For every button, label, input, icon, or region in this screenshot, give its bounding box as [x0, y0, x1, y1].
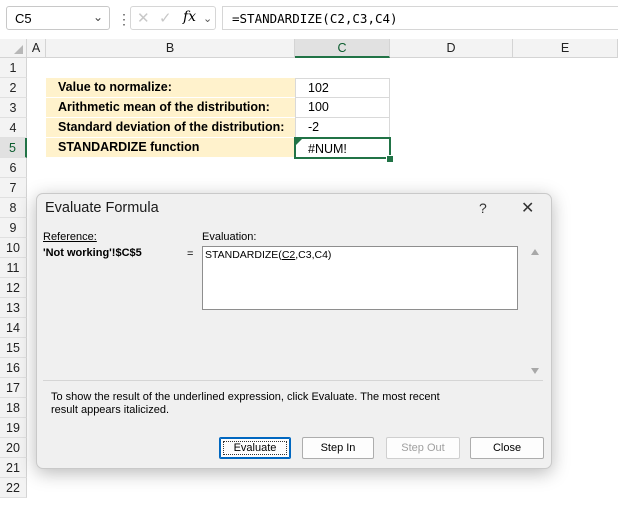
- close-button-label: Close: [492, 442, 522, 454]
- dialog-title: Evaluate Formula: [45, 200, 159, 216]
- close-icon[interactable]: ✕: [521, 198, 534, 218]
- row-header[interactable]: 12: [0, 278, 27, 298]
- select-all-icon: [14, 45, 23, 54]
- row-header[interactable]: 7: [0, 178, 27, 198]
- formula-text: =STANDARDIZE(C2,C3,C4): [232, 11, 398, 26]
- step-in-button[interactable]: Step In: [302, 437, 374, 459]
- evaluate-button[interactable]: Evaluate: [219, 437, 291, 459]
- reference-value: 'Not working'!$C$5: [43, 247, 142, 259]
- step-out-button-label: Step Out: [401, 442, 445, 454]
- error-indicator-icon: [296, 139, 302, 145]
- reference-label-text: Reference:: [43, 231, 97, 243]
- evaluation-suffix: ,C3,C4): [295, 249, 332, 261]
- select-all-button[interactable]: [0, 39, 27, 58]
- column-header-b[interactable]: B: [46, 39, 295, 58]
- close-button[interactable]: Close: [470, 437, 544, 459]
- active-cell-c5[interactable]: #NUM!: [294, 137, 391, 159]
- value-cell-c4[interactable]: -2: [295, 118, 390, 138]
- name-box-value: C5: [15, 11, 32, 26]
- more-options-icon[interactable]: ⋮: [117, 11, 131, 28]
- row-header[interactable]: 21: [0, 458, 27, 478]
- row-header[interactable]: 4: [0, 118, 27, 138]
- equals-sign: =: [187, 248, 194, 260]
- dialog-divider: [43, 380, 543, 381]
- row-header[interactable]: 1: [0, 58, 27, 78]
- value-cell-c3[interactable]: 100: [295, 98, 390, 118]
- column-header-a[interactable]: A: [27, 39, 46, 58]
- fill-handle[interactable]: [386, 155, 394, 163]
- evaluation-prefix: STANDARDIZE(: [205, 249, 282, 261]
- evaluation-textbox[interactable]: STANDARDIZE(C2,C3,C4): [202, 246, 518, 310]
- row-header[interactable]: 18: [0, 398, 27, 418]
- row-header[interactable]: 5: [0, 138, 27, 158]
- row-header[interactable]: 20: [0, 438, 27, 458]
- evaluation-underlined-part: C2: [281, 249, 296, 261]
- column-header-d[interactable]: D: [390, 39, 513, 58]
- row-header[interactable]: 15: [0, 338, 27, 358]
- row-header[interactable]: 14: [0, 318, 27, 338]
- step-out-button[interactable]: Step Out: [386, 437, 460, 459]
- row-header[interactable]: 9: [0, 218, 27, 238]
- row-header[interactable]: 8: [0, 198, 27, 218]
- row-header[interactable]: 16: [0, 358, 27, 378]
- row-header[interactable]: 6: [0, 158, 27, 178]
- label-cell-b3[interactable]: Arithmetic mean of the distribution:: [46, 98, 295, 118]
- chevron-down-icon[interactable]: ⌄: [93, 10, 103, 24]
- value-cell-c2[interactable]: 102: [295, 78, 390, 98]
- scroll-up-arrow-icon[interactable]: [531, 249, 539, 255]
- insert-function-icon[interactable]: fx: [183, 9, 196, 25]
- row-header[interactable]: 22: [0, 478, 27, 498]
- formula-input[interactable]: =STANDARDIZE(C2,C3,C4): [222, 6, 618, 30]
- scroll-down-arrow-icon[interactable]: [531, 368, 539, 374]
- row-header[interactable]: 13: [0, 298, 27, 318]
- row-header[interactable]: 2: [0, 78, 27, 98]
- row-header[interactable]: 19: [0, 418, 27, 438]
- label-cell-b4[interactable]: Standard deviation of the distribution:: [46, 118, 295, 138]
- focus-ring: [223, 441, 287, 455]
- row-header[interactable]: 17: [0, 378, 27, 398]
- chevron-down-icon[interactable]: ⌄: [203, 12, 212, 25]
- reference-label: Reference:: [43, 231, 97, 243]
- row-header[interactable]: 11: [0, 258, 27, 278]
- cancel-icon[interactable]: ✕: [137, 9, 150, 27]
- row-header[interactable]: 3: [0, 98, 27, 118]
- evaluate-formula-dialog: Evaluate Formula ? ✕ Reference: 'Not wor…: [36, 193, 552, 469]
- label-cell-b5[interactable]: STANDARDIZE function: [46, 138, 295, 158]
- evaluation-expression: STANDARDIZE(C2,C3,C4): [205, 249, 331, 261]
- help-text-line-2: result appears italicized.: [51, 404, 170, 416]
- active-cell-value: #NUM!: [308, 142, 347, 156]
- step-in-button-label: Step In: [320, 442, 356, 454]
- column-header-e[interactable]: E: [513, 39, 618, 58]
- label-cell-b2[interactable]: Value to normalize:: [46, 78, 295, 98]
- enter-icon[interactable]: ✓: [159, 9, 172, 27]
- row-header[interactable]: 10: [0, 238, 27, 258]
- formula-buttons: ✕ ✓ fx ⌄: [130, 6, 216, 30]
- help-text-line-1: To show the result of the underlined exp…: [51, 391, 440, 403]
- name-box[interactable]: C5 ⌄: [6, 6, 110, 30]
- evaluation-label: Evaluation:: [202, 231, 257, 243]
- formula-bar: C5 ⌄ ⋮ ✕ ✓ fx ⌄ =STANDARDIZE(C2,C3,C4): [0, 0, 618, 37]
- help-button[interactable]: ?: [479, 200, 487, 216]
- column-header-c[interactable]: C: [295, 39, 390, 58]
